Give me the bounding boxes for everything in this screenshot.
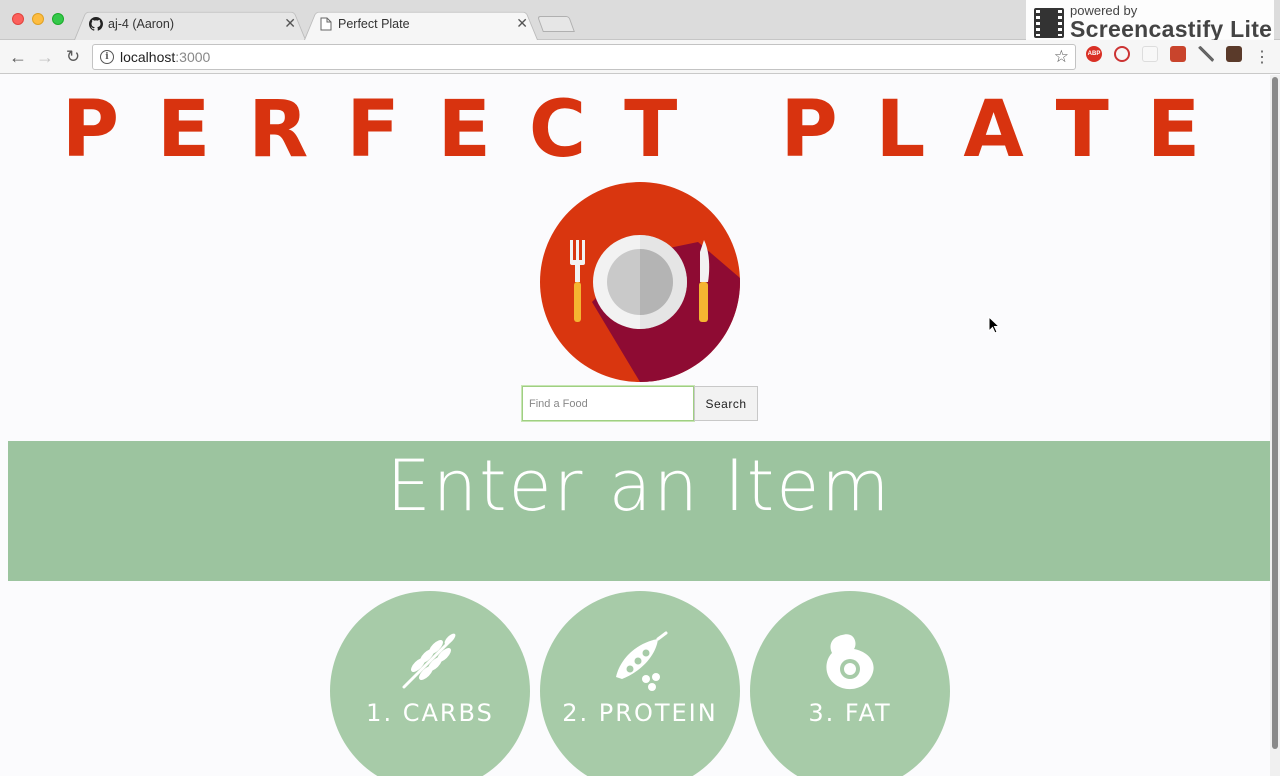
- page-icon: [318, 16, 334, 32]
- plate-logo: [540, 182, 740, 382]
- mouse-cursor-icon: [988, 316, 1000, 334]
- eyedropper-icon[interactable]: [1198, 46, 1214, 62]
- watermark-brand: Screencastify Lite: [1070, 16, 1273, 42]
- close-tab-icon[interactable]: ✕: [284, 15, 296, 32]
- reload-icon[interactable]: ↻: [61, 45, 85, 69]
- minimize-window-button[interactable]: [32, 13, 44, 25]
- block-icon[interactable]: [1114, 46, 1130, 62]
- tab-github[interactable]: aj-4 (Aaron) ✕: [74, 8, 306, 40]
- macro-label: 2. PROTEIN: [562, 699, 718, 727]
- page-viewport: PERFECT PLATE Search Enter an Item: [0, 75, 1270, 776]
- macro-card-protein[interactable]: 2. PROTEIN: [540, 591, 740, 776]
- site-title: PERFECT PLATE: [61, 85, 1239, 175]
- close-window-button[interactable]: [12, 13, 24, 25]
- search-form: Search: [522, 386, 758, 421]
- peas-icon: [616, 631, 668, 691]
- screencastify-watermark: powered by Screencastify Lite: [1026, 0, 1274, 44]
- back-arrow-icon[interactable]: ←: [6, 45, 30, 69]
- extension-icon[interactable]: [1226, 46, 1242, 62]
- close-tab-icon[interactable]: ✕: [516, 15, 528, 32]
- page-scrollbar[interactable]: [1270, 75, 1280, 776]
- macro-label: 3. FAT: [808, 699, 892, 727]
- knife-icon: [699, 240, 710, 322]
- macro-card-carbs[interactable]: 1. CARBS: [330, 591, 530, 776]
- banner-text: Enter an Item: [386, 445, 892, 527]
- adblock-icon[interactable]: ABP: [1086, 46, 1102, 62]
- macro-card-fat[interactable]: 3. FAT: [750, 591, 950, 776]
- egg-icon: [826, 634, 874, 690]
- bookmark-star-icon[interactable]: ☆: [1054, 47, 1069, 67]
- search-input[interactable]: [522, 386, 694, 421]
- tab-title: aj-4 (Aaron): [108, 17, 174, 31]
- film-icon: [1034, 8, 1064, 38]
- address-bar[interactable]: i localhost:3000 ☆: [92, 44, 1076, 70]
- menu-icon[interactable]: ⋮: [1250, 45, 1274, 69]
- result-banner: Enter an Item: [8, 441, 1270, 581]
- scrollbar-thumb[interactable]: [1272, 77, 1278, 749]
- tab-title: Perfect Plate: [338, 17, 410, 31]
- new-tab-button[interactable]: [537, 16, 575, 32]
- tab-perfect-plate[interactable]: Perfect Plate ✕: [304, 8, 538, 40]
- wheat-icon: [402, 633, 456, 689]
- forward-arrow-icon[interactable]: →: [33, 45, 57, 69]
- github-icon: [88, 16, 104, 32]
- macro-label: 1. CARBS: [366, 699, 494, 727]
- extension-icon[interactable]: [1170, 46, 1186, 62]
- info-icon[interactable]: i: [100, 50, 114, 64]
- extension-icon[interactable]: [1142, 46, 1158, 62]
- maximize-window-button[interactable]: [52, 13, 64, 25]
- url-text: localhost:3000: [120, 49, 211, 65]
- search-button[interactable]: Search: [694, 386, 758, 421]
